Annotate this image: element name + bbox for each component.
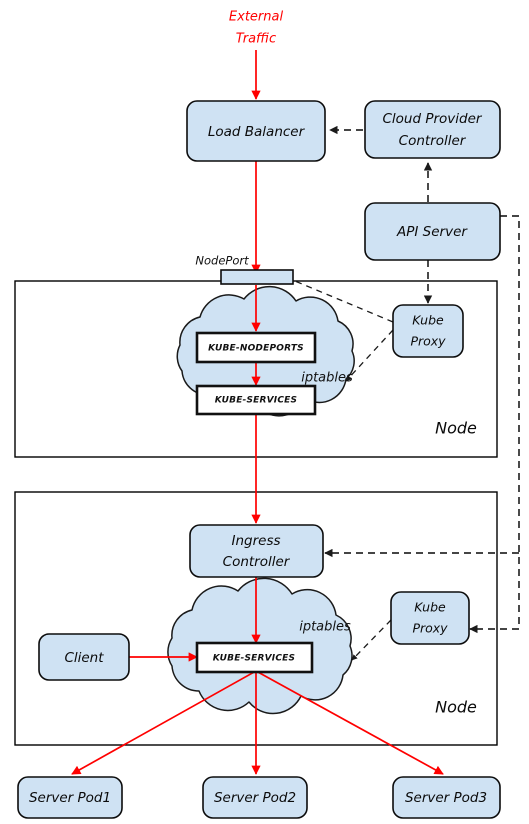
chain-kube-services-top-label: KUBE-SERVICES [215, 396, 297, 406]
chain-kube-services-top[interactable]: KUBE-SERVICES [195, 384, 317, 416]
load-balancer-node[interactable]: Load Balancer [186, 100, 326, 162]
cloud-provider-controller-label-line2: Controller [399, 133, 467, 149]
server-pod-2-label: Server Pod2 [214, 790, 296, 806]
cloud-provider-controller-label-line1: Cloud Provider [383, 111, 483, 127]
ingress-controller-node[interactable]: Ingress Controller [189, 524, 324, 578]
api-server-label: API Server [396, 224, 468, 240]
kube-proxy-bottom-label-line1: Kube [414, 600, 446, 615]
iptables-label-bottom: iptables [299, 620, 351, 635]
iptables-label-top: iptables [301, 371, 353, 386]
server-pod-1-node[interactable]: Server Pod1 [17, 776, 123, 819]
ingress-controller-label-line1: Ingress [231, 533, 280, 549]
node-zone-top-label: Node [435, 419, 477, 438]
client-node[interactable]: Client [38, 633, 130, 681]
kube-proxy-top-label-line1: Kube [412, 313, 444, 328]
nodeport-port-shape[interactable] [220, 269, 294, 285]
nodeport-label: NodePort [195, 254, 249, 268]
kube-proxy-top-label-line2: Proxy [410, 334, 446, 349]
kube-proxy-top-node[interactable]: Kube Proxy [392, 304, 464, 358]
ingress-controller-label-line2: Controller [223, 554, 291, 570]
kubernetes-networking-diagram: NodePort Load Balancer Cloud Provider Co… [0, 0, 529, 824]
load-balancer-label: Load Balancer [208, 124, 306, 140]
server-pod-3-label: Server Pod3 [405, 790, 487, 806]
server-pod-1-label: Server Pod1 [29, 790, 111, 806]
server-pod-3-node[interactable]: Server Pod3 [392, 776, 501, 819]
cloud-provider-controller-shape[interactable] [364, 100, 501, 159]
kube-proxy-bottom-node[interactable]: Kube Proxy [390, 591, 470, 645]
external-traffic-label-line1: External [229, 10, 284, 25]
api-server-node[interactable]: API Server [364, 202, 501, 261]
cloud-provider-controller-node[interactable]: Cloud Provider Controller [364, 100, 501, 159]
chain-kube-nodeports-label: KUBE-NODEPORTS [208, 344, 304, 354]
external-traffic-label-line2: Traffic [236, 32, 276, 47]
server-pod-2-node[interactable]: Server Pod2 [202, 776, 308, 819]
client-label: Client [64, 650, 104, 666]
node-zone-bottom-label: Node [435, 698, 477, 717]
chain-kube-services-bottom[interactable]: KUBE-SERVICES [195, 641, 314, 674]
chain-kube-services-bottom-label: KUBE-SERVICES [213, 654, 295, 664]
chain-kube-nodeports[interactable]: KUBE-NODEPORTS [195, 331, 317, 364]
kube-proxy-bottom-label-line2: Proxy [412, 621, 448, 636]
